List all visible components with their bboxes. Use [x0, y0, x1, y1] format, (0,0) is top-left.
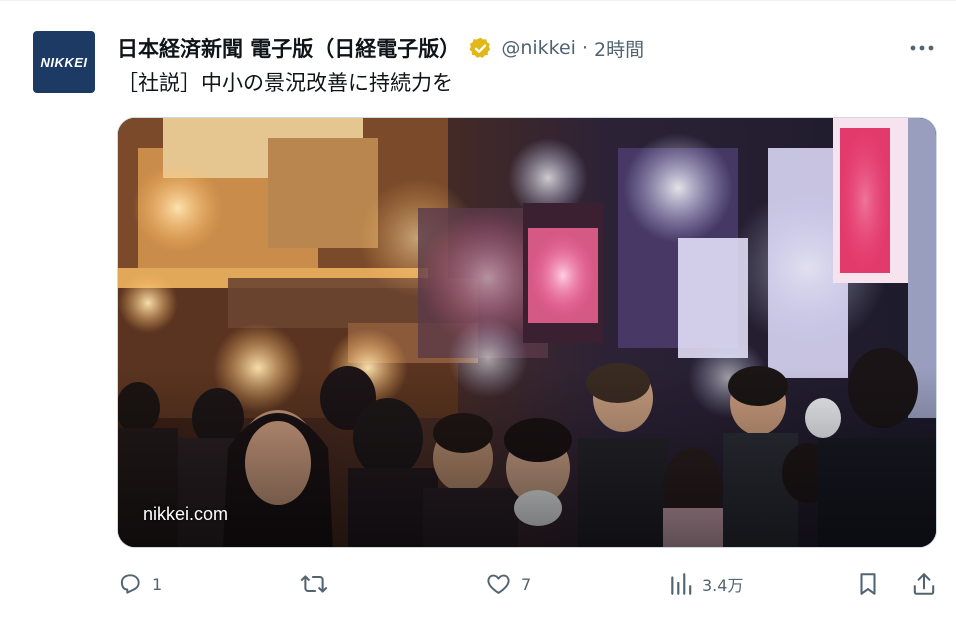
reply-button[interactable]: 1: [117, 566, 162, 602]
avatar[interactable]: NIKKEI: [33, 31, 95, 93]
separator-dot: ·: [581, 37, 588, 59]
tweet-actions-bar: 1 7 3.4万: [117, 566, 939, 602]
retweet-button[interactable]: [300, 566, 337, 602]
avatar-logo-text: NIKKEI: [40, 54, 88, 70]
like-icon: [487, 574, 510, 594]
link-card-image[interactable]: nikkei.com: [117, 117, 937, 548]
like-button[interactable]: 7: [485, 566, 531, 602]
user-handle[interactable]: @nikkei: [501, 37, 576, 59]
timestamp[interactable]: 2時間: [594, 35, 644, 62]
retweet-icon: [300, 575, 328, 593]
verified-badge-icon[interactable]: [468, 36, 493, 61]
bookmark-button[interactable]: [857, 566, 879, 602]
link-domain-label: nikkei.com: [143, 504, 229, 524]
tweet-text: ［社説］中小の景況改善に持続力を: [117, 71, 453, 95]
tweet-card[interactable]: NIKKEI 日本経済新聞 電子版（日経電子版） @nikkei · 2時間 ［…: [0, 0, 956, 618]
share-button[interactable]: [912, 566, 936, 602]
more-icon: [910, 45, 934, 51]
bookmark-icon: [860, 573, 876, 595]
like-count: 7: [521, 574, 532, 594]
reply-icon: [120, 574, 140, 594]
views-count: 3.4万: [702, 576, 744, 595]
share-icon: [913, 573, 935, 595]
more-options-button[interactable]: [905, 33, 939, 63]
views-button[interactable]: 3.4万: [669, 566, 743, 602]
street-crowd-photo: [118, 118, 936, 547]
views-icon: [671, 573, 692, 595]
display-name[interactable]: 日本経済新聞 電子版（日経電子版）: [117, 33, 460, 63]
reply-count: 1: [152, 574, 163, 594]
tweet-header: 日本経済新聞 電子版（日経電子版） @nikkei · 2時間: [117, 31, 644, 65]
